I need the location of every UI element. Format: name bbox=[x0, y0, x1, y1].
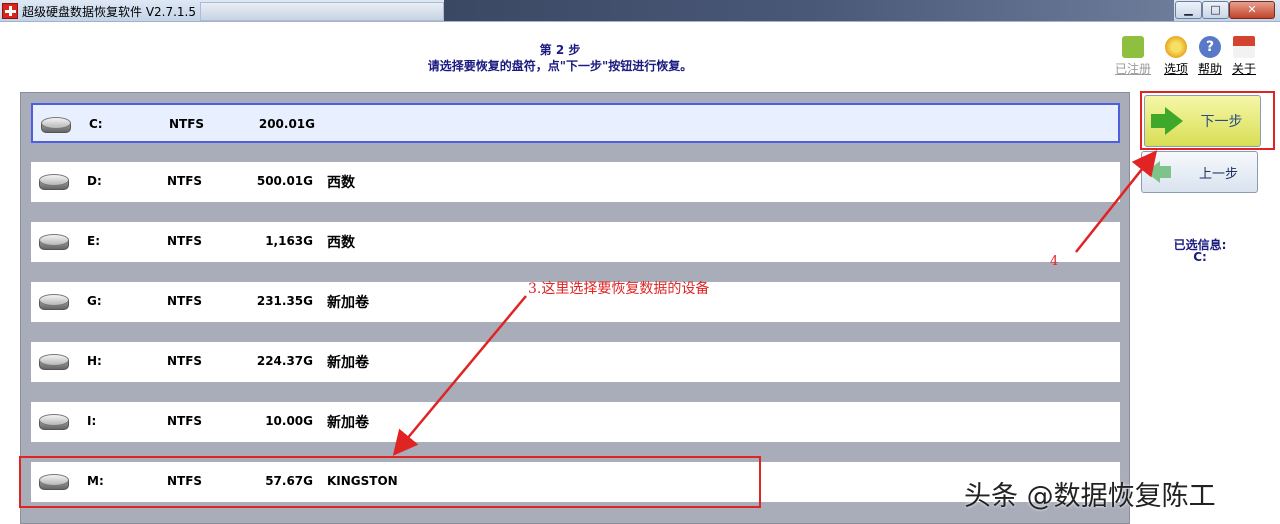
annotation-arrow-4 bbox=[1075, 150, 1158, 253]
annotation-step4: 4 bbox=[1050, 254, 1059, 269]
annotation-step3: 3.这里选择要恢复数据的设备 bbox=[528, 281, 710, 297]
watermark-text: 头条 @数据恢复陈工 bbox=[964, 481, 1216, 512]
annotation-arrow-3 bbox=[392, 295, 527, 456]
annotation-arrows bbox=[392, 150, 1158, 456]
